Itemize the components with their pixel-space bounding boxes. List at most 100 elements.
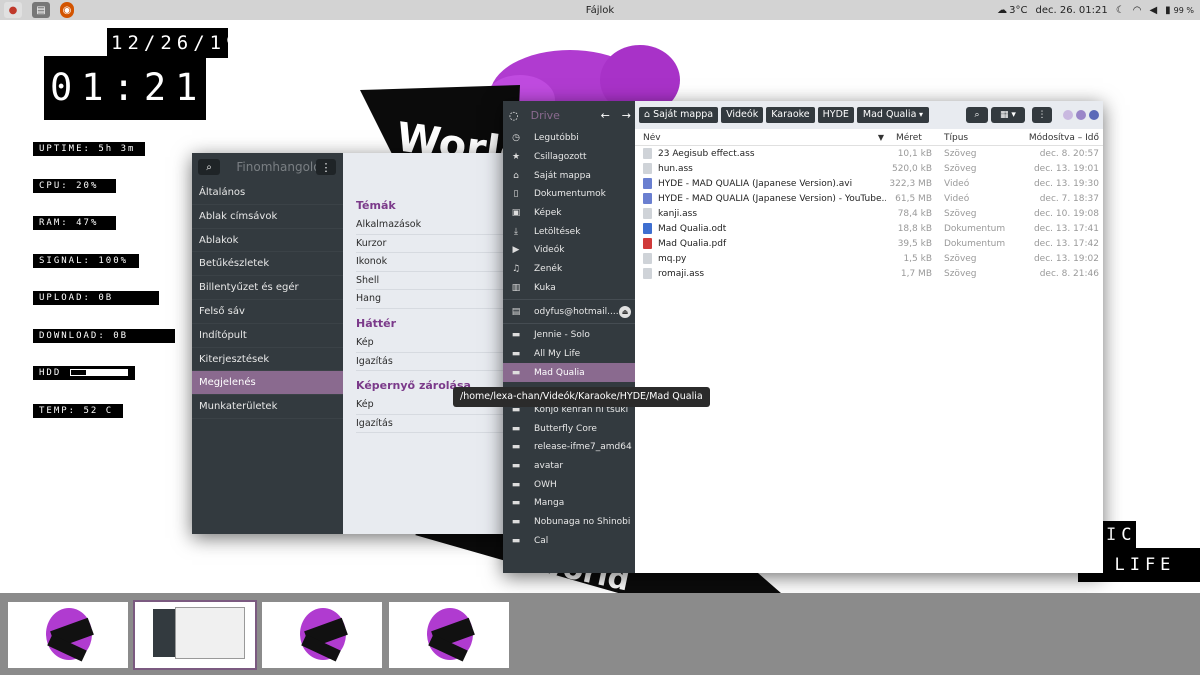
wifi-icon[interactable]: ◠ (1133, 5, 1142, 16)
file-row[interactable]: mq.py 1,5 kB Szöveg dec. 13. 19:02 (635, 251, 1103, 266)
folder-icon: ▬ (511, 442, 521, 453)
sidebar-item-label: Cal (534, 535, 549, 546)
column-name[interactable]: Név ▼ (635, 133, 886, 143)
file-name: Mad Qualia.pdf (658, 238, 727, 249)
sidebar-item-bookmark[interactable]: ▬ avatar (503, 457, 635, 476)
eject-icon[interactable]: ⏏ (619, 305, 631, 318)
sidebar-item-bookmark[interactable]: ▬ All My Life (503, 345, 635, 364)
app-launcher-icon[interactable]: ● (4, 2, 22, 18)
breadcrumb-item[interactable]: HYDE (817, 107, 854, 123)
file-row[interactable]: hun.ass 520,0 kB Szöveg dec. 13. 19:01 (635, 161, 1103, 176)
sidebar-item-bookmark[interactable]: ▬ release-ifme7_amd64 (503, 438, 635, 457)
files-main: ⌂ Saját mappa Videók Karaoke HYDE Mad Qu… (635, 101, 1103, 573)
tweaks-category-item[interactable]: Billentyűzet és egér (192, 276, 343, 300)
sidebar-item-place[interactable]: ♫ Zenék (503, 260, 635, 279)
volume-icon[interactable]: ◀ (1149, 5, 1157, 16)
sidebar-item-bookmark[interactable]: ▬ Cal (503, 531, 635, 550)
clock[interactable]: dec. 26. 01:21 (1035, 5, 1107, 16)
tweaks-category-item[interactable]: Betűkészletek (192, 252, 343, 277)
breadcrumb-item[interactable]: Karaoke (766, 107, 815, 123)
setting-row[interactable]: Kép (356, 334, 519, 353)
tweaks-category-item[interactable]: Általános (192, 181, 343, 205)
file-row[interactable]: 23 Aegisub effect.ass 10,1 kB Szöveg dec. 8… (635, 146, 1103, 161)
sidebar-item-place[interactable]: ◷ Legutóbbi (503, 129, 635, 148)
night-mode-icon[interactable]: ☾ (1116, 5, 1125, 16)
tweaks-category-item[interactable]: Kiterjesztések (192, 348, 343, 372)
sidebar-item-bookmark[interactable]: ▬ OWH (503, 475, 635, 494)
sidebar-item-bookmark[interactable]: ▬ Manga (503, 494, 635, 513)
setting-row[interactable]: Kurzor (356, 235, 519, 254)
setting-row[interactable]: Alkalmazások (356, 216, 519, 235)
sidebar-item-bookmark[interactable]: ▬ Nobunaga no Shinobi (503, 513, 635, 532)
tweaks-category-item[interactable]: Megjelenés (192, 371, 343, 396)
workspace-thumbnail[interactable] (8, 602, 128, 668)
clock-icon: ◷ (512, 133, 520, 144)
weather-temp[interactable]: 3°C (1009, 5, 1027, 16)
file-row[interactable]: HYDE - MAD QUALIA (Japanese Version).avi… (635, 176, 1103, 191)
sidebar-divider (503, 299, 635, 301)
file-row[interactable]: Mad Qualia.pdf 39,5 kB Dokumentum dec. 13. … (635, 236, 1103, 251)
breadcrumb-item[interactable]: Videók (721, 107, 764, 123)
sidebar-item-label: OWH (534, 479, 557, 490)
conky-uptime: UPTIME: 5h 3m (33, 142, 145, 156)
tweaks-category-item[interactable]: Indítópult (192, 324, 343, 348)
file-row[interactable]: kanji.ass 78,4 kB Szöveg dec. 10. 19:08 (635, 206, 1103, 221)
conky-hdd: HDD (33, 366, 135, 380)
tweaks-category-item[interactable]: Ablak címsávok (192, 205, 343, 229)
search-button[interactable]: ⌕ (966, 107, 988, 123)
sidebar-item-place[interactable]: ▯ Dokumentumok (503, 185, 635, 204)
menu-button[interactable]: ⋮ (1032, 107, 1052, 123)
workspace-bar (0, 593, 1200, 675)
workspace-thumbnail[interactable] (389, 602, 509, 668)
sidebar-item-place[interactable]: ▶ Videók (503, 241, 635, 260)
drive-label[interactable]: Drive (531, 109, 593, 122)
forward-arrow-icon[interactable]: → (622, 109, 631, 122)
menu-button[interactable]: ⋮ (316, 159, 336, 175)
view-toggle-button[interactable]: ▦ ▾ (991, 107, 1025, 123)
system-tray[interactable]: ☁ 3°C dec. 26. 01:21 ☾ ◠ ◀ ▮ 99 % (997, 0, 1194, 20)
setting-row[interactable]: Shell (356, 272, 519, 291)
file-row[interactable]: Mad Qualia.odt 18,8 kB Dokumentum dec. 13. … (635, 221, 1103, 236)
file-modified: dec. 13. 17:42 (1033, 238, 1099, 249)
file-name: mq.py (658, 253, 687, 264)
tweaks-category-item[interactable]: Munkaterületek (192, 395, 343, 419)
search-button[interactable]: ⌕ (198, 159, 220, 175)
back-arrow-icon[interactable]: ← (601, 109, 610, 122)
files-launcher-icon[interactable]: ▤ (32, 2, 50, 18)
column-type[interactable]: Típus (934, 133, 1004, 143)
workspace-thumbnail[interactable] (262, 602, 382, 668)
setting-row[interactable]: Hang (356, 290, 519, 309)
sidebar-item-place[interactable]: ★ Csillagozott (503, 148, 635, 167)
file-modified: dec. 8. 20:57 (1039, 148, 1099, 159)
sidebar-item-bookmark[interactable]: ▬ Jennie - Solo (503, 326, 635, 345)
file-row[interactable]: romaji.ass 1,7 MB Szöveg dec. 8. 21:46 (635, 266, 1103, 281)
column-size[interactable]: Méret (886, 133, 934, 143)
sidebar-item-place[interactable]: ⌂ Saját mappa (503, 166, 635, 185)
sort-down-icon[interactable]: ▼ (878, 133, 884, 142)
weather-icon: ☁ (997, 4, 1008, 16)
sidebar-item-account[interactable]: ▤ odyfus@hotmail.... ⏏ (503, 302, 635, 321)
sidebar-item-label: Dokumentumok (534, 189, 606, 200)
tweaks-category-item[interactable]: Felső sáv (192, 300, 343, 324)
files-sidebar: ◌ Drive ← → ◷ Legutóbbi ★ Csillagozott ⌂ Sajá… (503, 101, 635, 573)
setting-row[interactable]: Igazítás (356, 353, 519, 372)
column-modified[interactable]: Módosítva – Idő (1004, 133, 1103, 143)
sidebar-item-place[interactable]: ▣ Képek (503, 204, 635, 223)
maximize-button[interactable] (1076, 110, 1086, 120)
tweaks-category-item[interactable]: Ablakok (192, 229, 343, 253)
breadcrumb-home[interactable]: ⌂ Saját mappa (639, 107, 719, 123)
sidebar-item-place[interactable]: ▥ Kuka (503, 279, 635, 298)
setting-row[interactable]: Ikonok (356, 253, 519, 272)
sidebar-item-bookmark[interactable]: ▬ Butterfly Core (503, 419, 635, 438)
firefox-icon[interactable]: ◉ (60, 2, 74, 18)
battery-icon[interactable]: ▮ (1165, 5, 1171, 16)
file-row[interactable]: HYDE - MAD QUALIA (Japanese Version) - Y… (635, 191, 1103, 206)
sidebar-item-bookmark[interactable]: ▬ Mad Qualia (503, 363, 635, 382)
file-video-icon (643, 178, 652, 189)
sidebar-item-place[interactable]: ⤓ Letöltések (503, 222, 635, 241)
setting-row[interactable]: Igazítás (356, 415, 519, 434)
workspace-thumbnail[interactable] (133, 600, 257, 670)
breadcrumb-current[interactable]: Mad Qualia (856, 107, 929, 123)
minimize-button[interactable] (1063, 110, 1073, 120)
close-button[interactable] (1089, 110, 1099, 120)
